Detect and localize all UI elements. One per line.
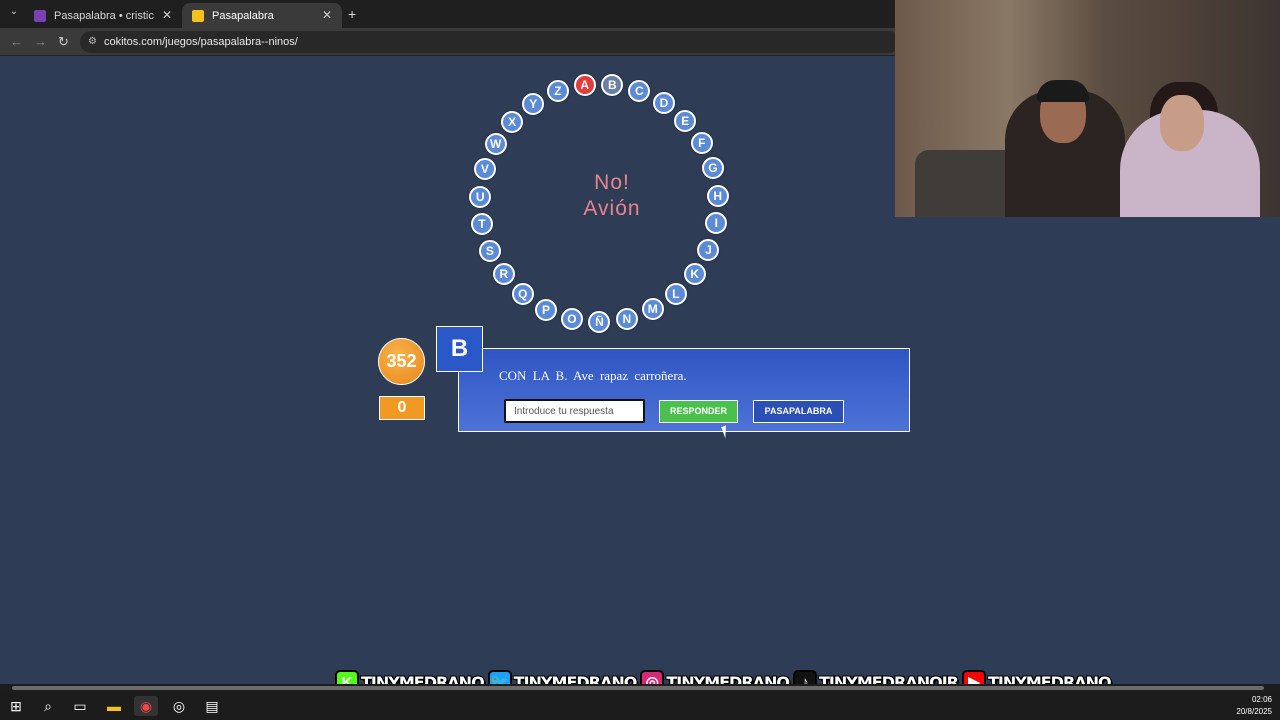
letter-q: Q: [511, 283, 534, 306]
clock-time: 02:06: [1251, 695, 1272, 704]
guest-head: [1160, 95, 1204, 151]
letter-d: D: [653, 92, 676, 115]
tab-list-button[interactable]: ⌄: [6, 6, 22, 22]
timer-badge: 352: [378, 338, 425, 385]
new-tab-button[interactable]: +: [348, 6, 356, 22]
pasapalabra-button[interactable]: PASAPALABRA: [753, 400, 844, 423]
url-field[interactable]: ⚙ cokitos.com/juegos/pasapalabra--ninos/: [80, 31, 900, 53]
letter-j: J: [697, 238, 720, 261]
letter-l: L: [664, 282, 687, 305]
letter-x: X: [501, 110, 524, 133]
letter-p: P: [534, 298, 557, 321]
letter-ñ: Ñ: [588, 310, 611, 333]
streamer-cap: [1037, 80, 1089, 102]
close-tab-icon[interactable]: ✕: [162, 8, 172, 22]
forward-icon[interactable]: →: [34, 34, 47, 49]
letter-m: M: [641, 298, 664, 321]
tab-title: Pasapalabra: [212, 9, 274, 22]
obs-icon[interactable]: ◎: [167, 696, 191, 716]
windows-start-icon[interactable]: ⊞: [4, 696, 28, 716]
letter-k: K: [683, 262, 706, 285]
current-letter-box: B: [436, 326, 483, 372]
letter-s: S: [478, 239, 501, 262]
url-text: cokitos.com/juegos/pasapalabra--ninos/: [104, 36, 298, 48]
letter-o: O: [560, 307, 583, 330]
question-panel: CON LA B. Ave rapaz carroñera. RESPONDER…: [458, 348, 910, 432]
tab-pasapalabra[interactable]: Pasapalabra ✕: [182, 3, 342, 28]
chrome-icon[interactable]: ◉: [134, 696, 158, 716]
letter-n: N: [615, 307, 638, 330]
system-tray: 02:06 20/8/2025: [1236, 694, 1272, 718]
app-icon[interactable]: ▤: [200, 696, 224, 716]
feedback-text: No! Avión: [555, 170, 669, 222]
tab-favicon-icon: [34, 9, 46, 22]
letter-y: Y: [522, 92, 545, 115]
letter-v: V: [473, 158, 496, 181]
letter-h: H: [706, 184, 729, 207]
task-view-icon[interactable]: ▭: [68, 696, 92, 716]
webcam-overlay: [895, 0, 1280, 217]
search-icon[interactable]: ⌕: [36, 696, 60, 716]
letter-g: G: [701, 157, 724, 180]
letter-u: U: [469, 185, 492, 208]
letter-z: Z: [546, 80, 569, 103]
letter-f: F: [690, 132, 713, 155]
taskbar: ⊞ ⌕ ▭ ▬ ◉ ◎ ▤ 02:06 20/8/2025: [0, 692, 1280, 720]
letter-a: A: [573, 73, 596, 96]
back-icon[interactable]: ←: [10, 34, 23, 49]
site-info-icon[interactable]: ⚙: [88, 31, 97, 53]
letter-i: I: [705, 212, 728, 235]
score-badge: 0: [379, 396, 425, 420]
letter-b: B: [601, 73, 624, 96]
tab-title: Pasapalabra • cristic: [54, 9, 154, 22]
responder-button[interactable]: RESPONDER: [659, 400, 738, 423]
file-explorer-icon[interactable]: ▬: [102, 696, 126, 716]
horizontal-scrollbar[interactable]: [0, 684, 1280, 692]
letter-r: R: [492, 263, 515, 286]
answer-input[interactable]: [504, 399, 645, 423]
tab-favicon-icon: [192, 9, 204, 22]
letter-e: E: [674, 110, 697, 133]
tab-pasapalabra-cristic[interactable]: Pasapalabra • cristic ✕: [24, 3, 182, 28]
letter-w: W: [484, 132, 507, 155]
question-text: CON LA B. Ave rapaz carroñera.: [499, 368, 687, 383]
feedback-line-1: No!: [594, 171, 630, 194]
clock-date: 20/8/2025: [1236, 707, 1272, 716]
close-tab-icon[interactable]: ✕: [322, 8, 332, 22]
reload-icon[interactable]: ↻: [58, 34, 69, 50]
feedback-line-2: Avión: [583, 197, 641, 220]
letter-t: T: [470, 213, 493, 236]
scrollbar-thumb[interactable]: [12, 686, 1264, 690]
letter-c: C: [628, 80, 651, 103]
